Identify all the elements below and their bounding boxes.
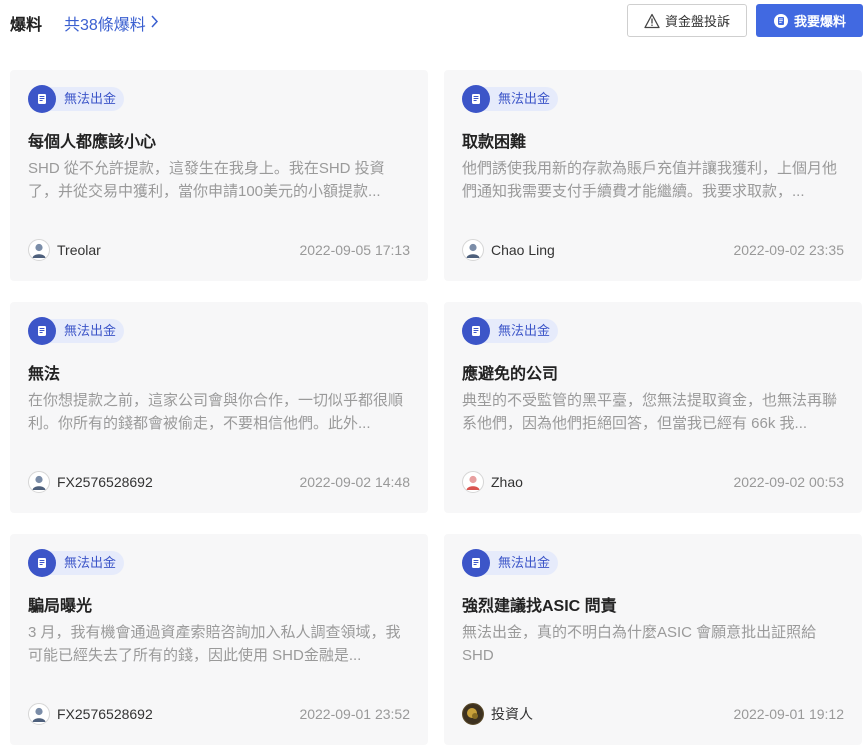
page-header: 爆料 共38條爆料 資金盤投訴 我要爆料 — [0, 0, 865, 46]
category-tag: 無法出金 — [28, 549, 125, 577]
category-tag: 無法出金 — [462, 549, 559, 577]
card-footer: Chao Ling 2022-09-02 23:35 — [462, 238, 844, 262]
card-title: 騙局曝光 — [28, 598, 93, 615]
exposure-card[interactable]: 無法出金 每個人都應該小心 SHD 從不允許提款，這發生在我身上。我在SHD 投… — [10, 70, 428, 281]
card-summary: 在你想提款之前，這家公司會與你合作，一切似乎都很順利。你所有的錢都會被偷走，不要… — [28, 392, 404, 432]
warning-icon — [644, 13, 660, 28]
category-tag: 無法出金 — [462, 317, 559, 345]
category-tag-label: 無法出金 — [484, 319, 559, 343]
category-tag-label: 無法出金 — [50, 87, 125, 111]
category-tag-label: 無法出金 — [484, 87, 559, 111]
submit-exposure-button[interactable]: 我要爆料 — [756, 4, 863, 37]
fund-scheme-complaint-button[interactable]: 資金盤投訴 — [627, 4, 747, 37]
avatar — [462, 239, 484, 261]
post-date: 2022-09-05 17:13 — [299, 242, 410, 258]
author-name: Treolar — [57, 242, 101, 258]
exposure-card[interactable]: 無法出金 無法 在你想提款之前，這家公司會與你合作，一切似乎都很順利。你所有的錢… — [10, 302, 428, 513]
post-date: 2022-09-01 19:12 — [733, 706, 844, 722]
exposure-card[interactable]: 無法出金 強烈建議找ASIC 問責 無法出金，真的不明白為什麼ASIC 會願意批… — [444, 534, 862, 745]
post-date: 2022-09-01 23:52 — [299, 706, 410, 722]
post-date: 2022-09-02 00:53 — [733, 474, 844, 490]
card-title: 無法 — [28, 366, 61, 383]
avatar — [28, 703, 50, 725]
author: Treolar — [28, 239, 101, 261]
avatar — [28, 471, 50, 493]
card-footer: FX2576528692 2022-09-01 23:52 — [28, 702, 410, 726]
exposure-count-label: 共38條爆料 — [64, 17, 146, 34]
card-summary: 典型的不受監管的黑平臺，您無法提取資金，也無法再聯系他們，因為他們拒絕回答，但當… — [462, 392, 838, 432]
scheme-badge-icon — [28, 85, 56, 113]
card-footer: Treolar 2022-09-05 17:13 — [28, 238, 410, 262]
card-summary: 無法出金，真的不明白為什麼ASIC 會願意批出証照給SHD — [462, 624, 817, 664]
card-footer: 投資人 2022-09-01 19:12 — [462, 702, 844, 726]
card-footer: Zhao 2022-09-02 00:53 — [462, 470, 844, 494]
card-summary: 他們誘使我用新的存款為賬戶充值并讓我獲利，上個月他們通知我需要支付手續費才能繼續… — [462, 160, 838, 200]
author-name: 投資人 — [491, 706, 533, 722]
scheme-badge-icon — [462, 549, 490, 577]
category-tag: 無法出金 — [462, 85, 559, 113]
scheme-badge-icon — [28, 317, 56, 345]
author-name: Zhao — [491, 474, 523, 490]
scheme-badge-icon — [462, 85, 490, 113]
page-title: 爆料 — [10, 17, 43, 34]
scheme-badge-icon — [28, 549, 56, 577]
avatar — [28, 239, 50, 261]
chevron-right-icon — [150, 15, 159, 31]
post-date: 2022-09-02 14:48 — [299, 474, 410, 490]
author-name: FX2576528692 — [57, 474, 153, 490]
author: 投資人 — [462, 703, 533, 725]
category-tag-label: 無法出金 — [50, 551, 125, 575]
author-name: Chao Ling — [491, 242, 555, 258]
exposure-card[interactable]: 無法出金 應避免的公司 典型的不受監管的黑平臺，您無法提取資金，也無法再聯系他們… — [444, 302, 862, 513]
avatar — [462, 703, 484, 725]
author: Zhao — [462, 471, 523, 493]
category-tag: 無法出金 — [28, 317, 125, 345]
card-summary: SHD 從不允許提款，這發生在我身上。我在SHD 投資了，并從交易中獲利，當你申… — [28, 160, 385, 200]
exposure-card[interactable]: 無法出金 騙局曝光 3 月，我有機會通過資產索賠咨詢加入私人調查領域，我可能已經… — [10, 534, 428, 745]
author: FX2576528692 — [28, 471, 153, 493]
card-title: 強烈建議找ASIC 問責 — [462, 598, 617, 615]
card-summary: 3 月，我有機會通過資產索賠咨詢加入私人調查領域，我可能已經失去了所有的錢，因此… — [28, 624, 401, 664]
exposure-count-link[interactable]: 共38條爆料 — [64, 11, 159, 35]
post-date: 2022-09-02 23:35 — [733, 242, 844, 258]
category-tag-label: 無法出金 — [484, 551, 559, 575]
card-title: 每個人都應該小心 — [28, 134, 157, 151]
scheme-badge-icon — [462, 317, 490, 345]
card-title: 應避免的公司 — [462, 366, 559, 383]
category-tag-label: 無法出金 — [50, 319, 125, 343]
card-title: 取款困難 — [462, 134, 527, 151]
expose-icon — [773, 13, 788, 28]
author: Chao Ling — [462, 239, 555, 261]
complaint-button-label: 資金盤投訴 — [664, 14, 730, 29]
exposure-card[interactable]: 無法出金 取款困難 他們誘使我用新的存款為賬戶充值并讓我獲利，上個月他們通知我需… — [444, 70, 862, 281]
author: FX2576528692 — [28, 703, 153, 725]
category-tag: 無法出金 — [28, 85, 125, 113]
expose-button-label: 我要爆料 — [793, 14, 846, 29]
card-footer: FX2576528692 2022-09-02 14:48 — [28, 470, 410, 494]
author-name: FX2576528692 — [57, 706, 153, 722]
avatar — [462, 471, 484, 493]
